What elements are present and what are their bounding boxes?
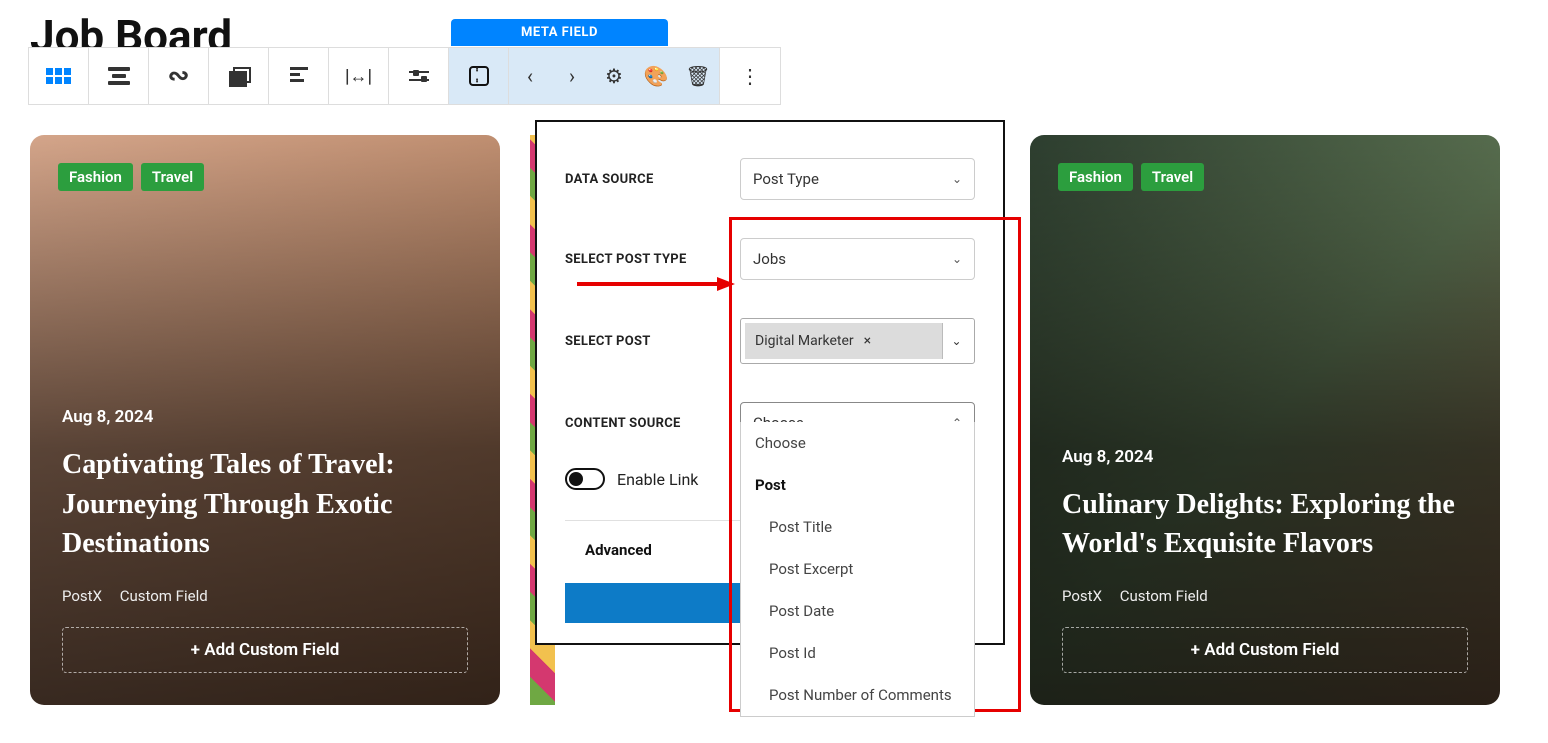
select-post-type-label: SELECT POST TYPE — [565, 252, 687, 267]
select-post-type-value: Jobs — [753, 250, 786, 268]
selected-post-chip[interactable]: Digital Marketer × — [745, 323, 942, 359]
loop-button[interactable]: ∾ — [149, 48, 209, 104]
post-card[interactable]: Fashion Travel Aug 8, 2024 Captivating T… — [30, 135, 500, 705]
width-button[interactable]: |↔| — [329, 48, 389, 104]
infinity-icon: ∾ — [168, 61, 190, 91]
grid-icon — [46, 68, 71, 84]
remove-chip-icon[interactable]: × — [864, 333, 871, 349]
arrow-annotation — [577, 274, 737, 294]
card-meta: PostX Custom Field — [62, 587, 468, 605]
style-button[interactable]: 🎨 — [635, 48, 677, 104]
dropdown-option-post-title[interactable]: Post Title — [741, 506, 974, 548]
multiselect-toggle[interactable]: ⌄ — [942, 323, 970, 359]
grid-view-button[interactable] — [29, 48, 89, 104]
chevron-down-icon: ⌄ — [951, 334, 961, 348]
dropdown-option-choose[interactable]: Choose — [741, 422, 974, 464]
add-custom-field-button[interactable]: + Add Custom Field — [1062, 627, 1468, 673]
card-title: Culinary Delights: Exploring the World's… — [1062, 485, 1468, 563]
next-button[interactable]: › — [551, 48, 593, 104]
full-width-icon: |↔| — [345, 66, 372, 87]
dropdown-option-post-date[interactable]: Post Date — [741, 590, 974, 632]
card-meta-author: PostX — [1062, 587, 1102, 605]
enable-link-toggle[interactable] — [565, 468, 605, 490]
settings-button[interactable]: ⚙ — [593, 48, 635, 104]
settings-sliders-button[interactable] — [389, 48, 449, 104]
dropdown-group-post: Post — [741, 464, 974, 506]
card-meta-field: Custom Field — [120, 587, 208, 605]
layers-button[interactable] — [209, 48, 269, 104]
data-source-value: Post Type — [753, 170, 819, 188]
card-meta-author: PostX — [62, 587, 102, 605]
card-tags: Fashion Travel — [58, 163, 204, 191]
content-source-label: CONTENT SOURCE — [565, 416, 681, 431]
align-button[interactable] — [269, 48, 329, 104]
gear-icon: ⚙ — [605, 64, 623, 88]
data-source-select[interactable]: Post Type ⌄ — [740, 158, 975, 200]
card-date: Aug 8, 2024 — [1062, 447, 1468, 467]
lines-icon — [108, 67, 130, 85]
tag-fashion[interactable]: Fashion — [1058, 163, 1133, 191]
tag-fashion[interactable]: Fashion — [58, 163, 133, 191]
more-icon: ⋮ — [740, 64, 760, 88]
meta-field-tab: META FIELD — [451, 19, 668, 46]
chevron-right-icon: › — [569, 64, 575, 88]
dropdown-option-post-excerpt[interactable]: Post Excerpt — [741, 548, 974, 590]
chevron-left-icon: ‹ — [527, 64, 533, 88]
content-source-dropdown: Choose Post Post Title Post Excerpt Post… — [740, 422, 975, 717]
tag-travel[interactable]: Travel — [1141, 163, 1204, 191]
palette-icon: 🎨 — [644, 64, 669, 88]
list-view-button[interactable] — [89, 48, 149, 104]
settings-panel: DATA SOURCE Post Type ⌄ SELECT POST TYPE… — [535, 120, 1005, 645]
dropdown-option-post-comments[interactable]: Post Number of Comments — [741, 674, 974, 716]
align-left-icon — [290, 67, 308, 85]
spacing-icon — [469, 66, 489, 86]
data-source-label: DATA SOURCE — [565, 172, 654, 187]
post-card[interactable]: Fashion Travel Aug 8, 2024 Culinary Deli… — [1030, 135, 1500, 705]
layers-icon — [229, 67, 249, 85]
prev-button[interactable]: ‹ — [509, 48, 551, 104]
card-title: Captivating Tales of Travel: Journeying … — [62, 445, 468, 563]
select-post-label: SELECT POST — [565, 334, 651, 349]
dropdown-option-post-id[interactable]: Post Id — [741, 632, 974, 674]
tag-travel[interactable]: Travel — [141, 163, 204, 191]
more-button[interactable]: ⋮ — [720, 48, 780, 104]
select-post-type-select[interactable]: Jobs ⌄ — [740, 238, 975, 280]
trash-icon: 🗑 — [685, 64, 710, 88]
block-toolbar: ∾ |↔| ‹ › ⚙ 🎨 🗑 ⋮ — [28, 47, 781, 105]
chevron-down-icon: ⌄ — [952, 172, 962, 186]
selected-post-value: Digital Marketer — [755, 333, 854, 349]
chevron-down-icon: ⌄ — [952, 252, 962, 266]
delete-button[interactable]: 🗑 — [677, 48, 719, 104]
enable-link-label: Enable Link — [617, 470, 698, 489]
card-meta-field: Custom Field — [1120, 587, 1208, 605]
card-meta: PostX Custom Field — [1062, 587, 1468, 605]
select-post-multiselect[interactable]: Digital Marketer × ⌄ — [740, 318, 975, 364]
card-date: Aug 8, 2024 — [62, 407, 468, 427]
add-custom-field-button[interactable]: + Add Custom Field — [62, 627, 468, 673]
spacing-button[interactable] — [449, 48, 509, 104]
card-tags: Fashion Travel — [1058, 163, 1204, 191]
